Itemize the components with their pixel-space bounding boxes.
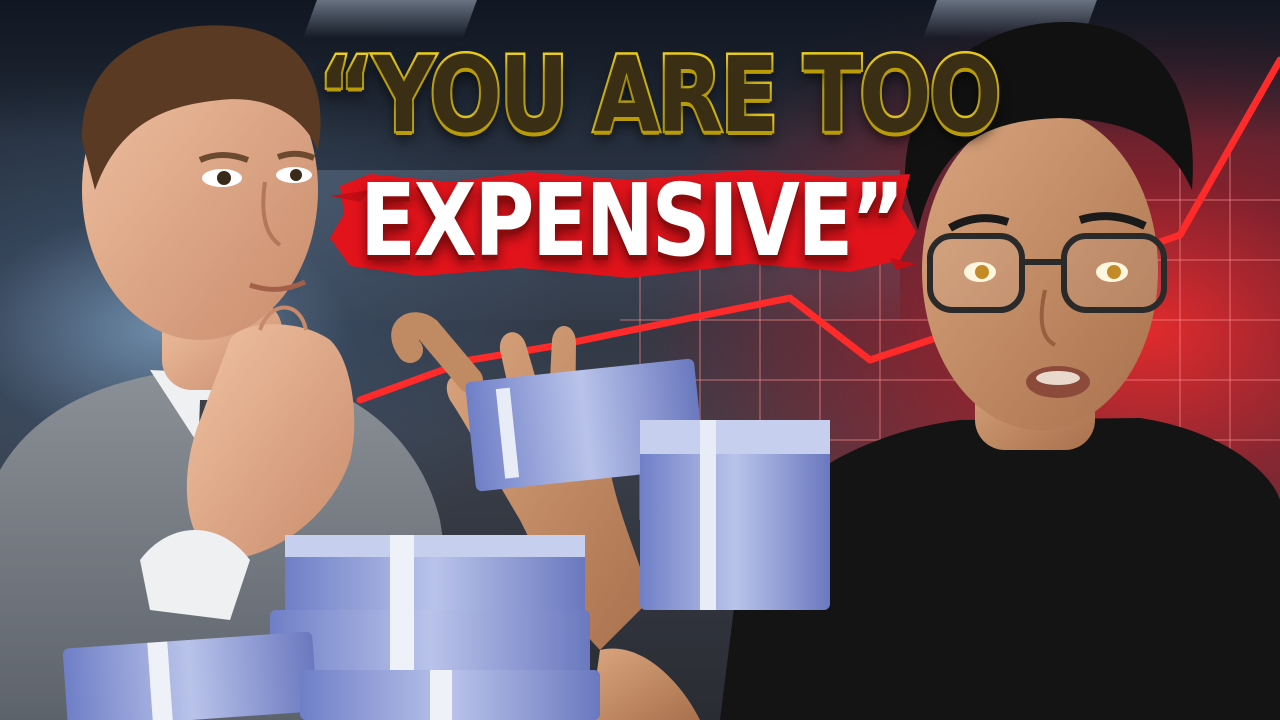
headline-line2: EXPENSIVE” <box>360 162 905 279</box>
headline: “YOU ARE TOO EXPENSIVE” <box>0 0 1280 300</box>
headline-line1: “YOU ARE TOO <box>316 34 1004 156</box>
thumbnail: “YOU ARE TOO EXPENSIVE” <box>0 0 1280 720</box>
